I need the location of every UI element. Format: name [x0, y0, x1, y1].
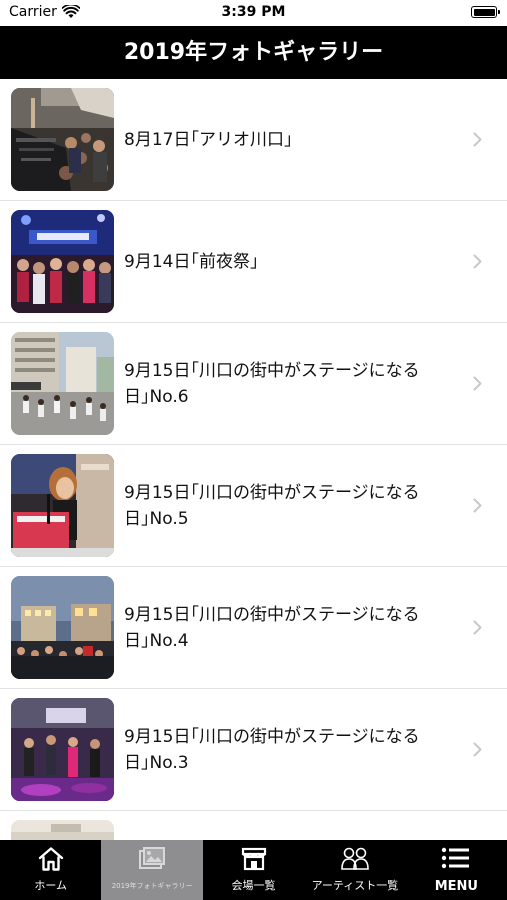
- tab-label: 会場一覧: [231, 879, 276, 892]
- tab-label: MENU: [434, 879, 478, 894]
- home-icon: [38, 847, 63, 871]
- gallery-thumbnail: [11, 210, 114, 313]
- tab-label: アーティスト一覧: [311, 879, 399, 892]
- gallery-item[interactable]: 9月15日｢川口の街中がステージになる日｣No.3: [0, 689, 507, 811]
- gallery-item[interactable]: 9月15日｢川口の街中がステージになる日｣No.4: [0, 567, 507, 689]
- gallery-item[interactable]: 9月15日｢川口の街中がステージになる日｣No.5: [0, 445, 507, 567]
- status-bar: Carrier 3:39 PM: [0, 0, 507, 26]
- gallery-item[interactable]: [0, 811, 507, 840]
- tab-venues[interactable]: 会場一覧: [203, 840, 304, 900]
- venue-icon: [241, 847, 266, 871]
- tab-label: 2019年フォトギャラリー: [111, 882, 193, 890]
- chevron-right-icon: [473, 132, 482, 147]
- gallery-item[interactable]: 9月15日｢川口の街中がステージになる日｣No.6: [0, 323, 507, 445]
- gallery-item-label: 9月15日｢川口の街中がステージになる日｣No.4: [124, 604, 420, 651]
- gallery-thumbnail: [11, 576, 114, 679]
- chevron-right-icon: [473, 254, 482, 269]
- gallery-thumbnail: [11, 820, 114, 840]
- page-title: 2019年フォトギャラリー: [123, 40, 384, 65]
- tab-artists[interactable]: アーティスト一覧: [304, 840, 405, 900]
- gallery-item-label: 9月14日｢前夜祭｣: [124, 251, 259, 272]
- gallery-item-label: [124, 811, 433, 840]
- gallery-item-label: 8月17日｢アリオ川口｣: [124, 129, 293, 150]
- gallery-list[interactable]: 8月17日｢アリオ川口｣ 9月14日｢前夜祭｣ 9月15日｢川口の街中がステージ…: [0, 79, 507, 840]
- gallery-item[interactable]: 8月17日｢アリオ川口｣: [0, 79, 507, 201]
- gallery-thumbnail: [11, 88, 114, 191]
- status-time: 3:39 PM: [221, 4, 286, 20]
- gallery-thumbnail: [11, 332, 114, 435]
- tab-menu[interactable]: MENU: [406, 840, 507, 900]
- gallery-item-label: 9月15日｢川口の街中がステージになる日｣No.5: [124, 482, 420, 529]
- tab-bar: ホーム 2019年フォトギャラリー 会場一覧 アーティスト一覧 MENU: [0, 840, 507, 900]
- chevron-right-icon: [473, 742, 482, 757]
- chevron-right-icon: [473, 498, 482, 513]
- gallery-thumbnail: [11, 454, 114, 557]
- gallery-item[interactable]: 9月14日｢前夜祭｣: [0, 201, 507, 323]
- gallery-item-label: 9月15日｢川口の街中がステージになる日｣No.3: [124, 726, 420, 773]
- chevron-right-icon: [473, 376, 482, 391]
- tab-photo-gallery[interactable]: 2019年フォトギャラリー: [101, 840, 203, 900]
- gallery-thumbnail: [11, 698, 114, 801]
- navigation-bar: 2019年フォトギャラリー: [0, 26, 507, 79]
- tab-label: ホーム: [34, 879, 68, 892]
- battery-icon: [471, 6, 500, 18]
- photo-gallery-icon: [139, 847, 166, 869]
- chevron-right-icon: [473, 620, 482, 635]
- tab-home[interactable]: ホーム: [0, 840, 101, 900]
- artists-icon: [341, 847, 369, 870]
- gallery-item-label: 9月15日｢川口の街中がステージになる日｣No.6: [124, 360, 420, 407]
- hamburger-menu-icon: [442, 847, 470, 869]
